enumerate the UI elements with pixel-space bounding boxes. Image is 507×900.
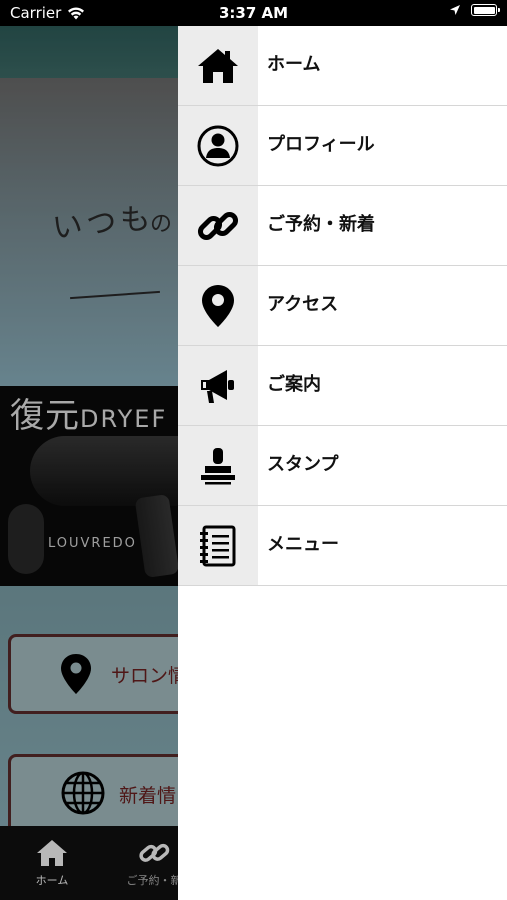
side-drawer: ホーム プロフィール ご予約・新着 アクセス ご案内 スタンプ メニュー [178, 26, 507, 900]
battery-icon [471, 4, 500, 16]
link-icon [178, 186, 258, 266]
drawer-item-profile[interactable]: プロフィール [178, 106, 507, 186]
drawer-item-label: スタンプ [267, 454, 339, 475]
map-pin-icon [178, 266, 258, 346]
drawer-item-menu[interactable]: メニュー [178, 506, 507, 586]
drawer-item-label: アクセス [267, 294, 339, 315]
drawer-item-label: ご予約・新着 [267, 214, 375, 235]
drawer-item-reserve[interactable]: ご予約・新着 [178, 186, 507, 266]
notebook-icon [178, 506, 258, 586]
stamp-icon [178, 426, 258, 506]
drawer-item-label: ご案内 [267, 374, 321, 395]
status-right [449, 4, 500, 16]
drawer-item-label: プロフィール [267, 134, 375, 155]
home-icon [178, 26, 258, 106]
status-time: 3:37 AM [218, 4, 289, 22]
drawer-item-guide[interactable]: ご案内 [178, 346, 507, 426]
drawer-item-label: ホーム [267, 54, 321, 75]
profile-icon [178, 106, 258, 186]
drawer-item-label: メニュー [267, 534, 339, 555]
status-bar: Carrier 3:37 AM [0, 0, 507, 26]
megaphone-icon [178, 346, 258, 426]
drawer-item-stamp[interactable]: スタンプ [178, 426, 507, 506]
location-arrow-icon [450, 5, 460, 15]
drawer-item-home[interactable]: ホーム [178, 26, 507, 106]
drawer-item-access[interactable]: アクセス [178, 266, 507, 346]
